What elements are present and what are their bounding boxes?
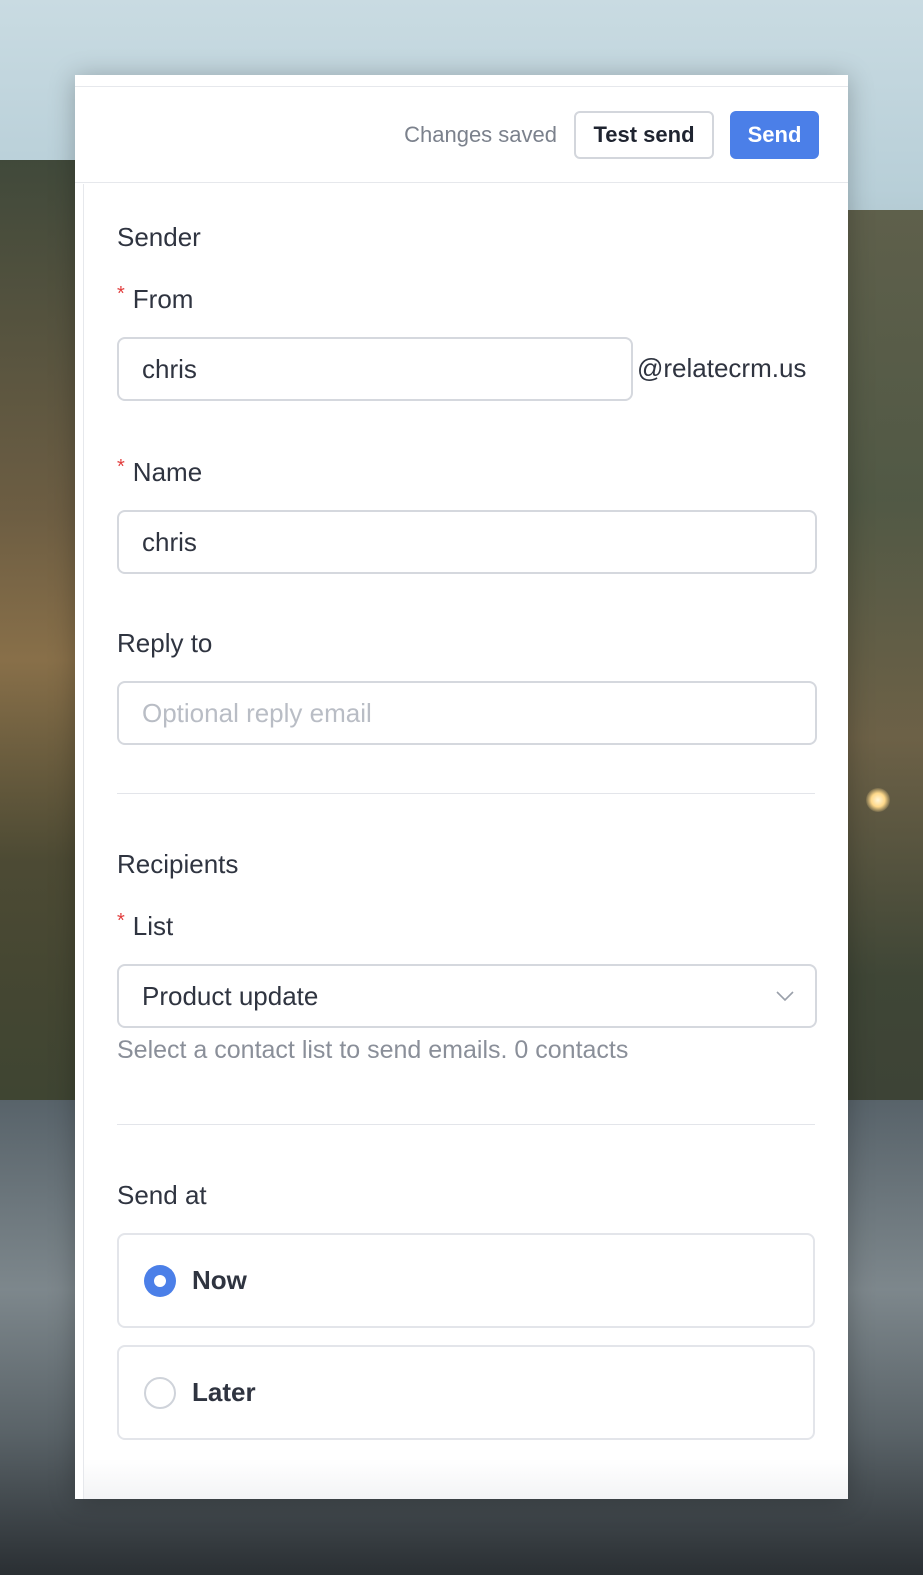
from-domain-suffix: @relatecrm.us [637,353,807,383]
send-now-label: Now [192,1265,247,1295]
send-later-option[interactable]: Later [117,1345,815,1440]
toolbar: Changes saved Test send Send [75,87,848,183]
radio-unchecked-icon[interactable] [144,1376,176,1409]
reply-to-label: Reply to [117,628,213,658]
tree-right [845,210,923,1170]
name-label: * Name [117,456,203,488]
divider [117,1124,815,1125]
form-content: Sender * From chris @relatecrm.us * Name c… [83,184,848,1499]
required-marker: * [117,910,125,932]
list-help-text: Select a contact list to send emails. 0 … [117,1036,629,1064]
tree-left [0,160,80,1160]
campaign-send-panel: Changes saved Test send Send Sender * Fro… [75,75,848,1499]
name-input[interactable]: chris [117,510,817,574]
divider [117,793,815,794]
required-marker: * [117,283,125,305]
list-label-text: List [132,911,174,941]
send-button[interactable]: Send [730,110,819,159]
section-title-recipients: Recipients [117,849,239,879]
chevron-down-icon [776,991,794,1002]
scroll-fade [84,1459,848,1499]
section-title-sender: Sender [117,222,201,252]
radio-checked-icon[interactable] [144,1264,176,1297]
section-title-send-at: Send at [117,1180,207,1210]
required-marker: * [117,456,125,478]
from-input[interactable]: chris [117,337,633,401]
from-label: * From [117,283,194,315]
list-select[interactable]: Product update [117,964,817,1028]
radio-dot [154,1274,166,1287]
sun-glare [866,788,890,812]
reply-to-input[interactable]: Optional reply email [117,681,817,745]
from-label-text: From [132,284,194,314]
save-status: Changes saved [404,121,557,147]
test-send-button[interactable]: Test send [574,110,714,159]
send-now-option[interactable]: Now [117,1233,815,1328]
name-label-text: Name [132,457,203,487]
list-label: * List [117,910,174,942]
send-later-label: Later [192,1377,256,1407]
list-select-value: Product update [142,980,319,1011]
